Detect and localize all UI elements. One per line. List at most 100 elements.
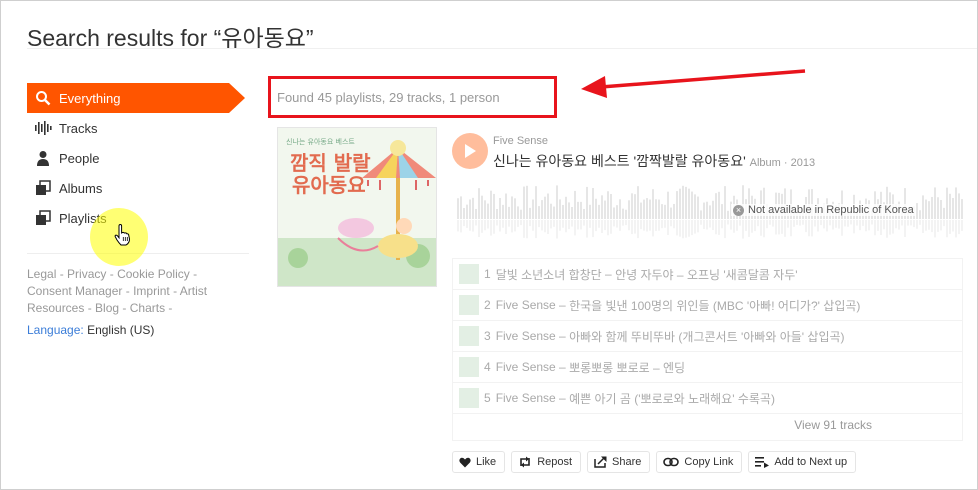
waveform-bar-reflection <box>592 220 594 238</box>
waveform-bar-reflection <box>574 220 576 236</box>
album-title[interactable]: 신나는 유아동요 베스트 '깜짝발랄 유아동요' <box>493 153 746 169</box>
waveform-bar-reflection <box>751 220 753 233</box>
waveform-bar <box>670 207 672 219</box>
footer-link-blog[interactable]: Blog <box>95 301 119 315</box>
hand-cursor-icon <box>114 224 131 246</box>
track-thumbnail <box>459 388 479 408</box>
share-button[interactable]: Share <box>587 451 651 473</box>
waveform-bar <box>682 185 684 219</box>
waveform-bar-reflection <box>598 220 600 228</box>
waveform-bar <box>556 185 558 219</box>
waveform-bar <box>925 199 927 219</box>
waveform-bar-reflection <box>823 220 825 229</box>
track-title[interactable]: 예쁜 아기 곰 ('뽀로로와 노래해요' 수록곡) <box>569 390 775 407</box>
footer-link-privacy[interactable]: Privacy <box>67 267 106 281</box>
waveform-bar-reflection <box>775 220 777 235</box>
album-artwork[interactable]: 신나는 유아동요 베스트 깜직 발랄 유아동요 <box>277 127 437 287</box>
waveform-bar <box>943 207 945 219</box>
track-artist[interactable]: 달빛 소년소녀 합창단 <box>496 266 602 283</box>
waveform-bar <box>922 195 924 219</box>
stacked-squares-icon <box>33 178 53 198</box>
waveform-bar-reflection <box>703 220 705 230</box>
sidebar-item-albums[interactable]: Albums <box>27 173 249 203</box>
copy-link-button[interactable]: Copy Link <box>656 451 743 473</box>
waveform-bar-reflection <box>568 220 570 230</box>
album-title-row: 신나는 유아동요 베스트 '깜짝발랄 유아동요' Album · 2013 <box>493 151 815 171</box>
repost-button[interactable]: Repost <box>511 451 582 473</box>
waveform-bar <box>721 204 723 219</box>
track-title[interactable]: 아빠와 함께 뚜비뚜바 (개그콘서트 '아빠와 아들' 삽입곡) <box>569 328 844 345</box>
waveform-bar <box>667 191 669 219</box>
track-artist[interactable]: Five Sense <box>496 391 556 405</box>
waveform-bar-reflection <box>808 220 810 237</box>
waveform-bar <box>700 210 702 219</box>
sidebar-item-people[interactable]: People <box>27 143 249 173</box>
track-artist[interactable]: Five Sense <box>496 360 556 374</box>
track-title[interactable]: 한국을 빛낸 100명의 위인들 (MBC '아빠! 어디가?' 삽입곡) <box>569 297 860 314</box>
annotation-highlight-box <box>268 76 557 118</box>
track-artist[interactable]: Five Sense <box>496 298 556 312</box>
track-row[interactable]: 4 Five Sense – 뽀롱뽀롱 뽀로로 – 엔딩 <box>453 352 962 383</box>
waveform-bar <box>706 201 708 219</box>
sidebar-item-tracks[interactable]: Tracks <box>27 113 249 143</box>
add-to-next-up-button[interactable]: Add to Next up <box>748 451 857 473</box>
track-title[interactable]: 뽀롱뽀롱 뽀로로 – 엔딩 <box>569 359 685 376</box>
waveform-bar-reflection <box>802 220 804 225</box>
language-selector[interactable]: Language: English (US) <box>27 323 249 337</box>
track-row[interactable]: 1 달빛 소년소녀 합창단 – 안녕 자두야 – 오프닝 '새콤달콤 자두' <box>453 259 962 290</box>
waveform-bar-reflection <box>529 220 531 227</box>
waveform-bar-reflection <box>649 220 651 231</box>
track-row[interactable]: 2 Five Sense – 한국을 빛낸 100명의 위인들 (MBC '아빠… <box>453 290 962 321</box>
waveform-bar-reflection <box>514 220 516 232</box>
waveform-bar-reflection <box>928 220 930 230</box>
waveform-bar-reflection <box>559 220 561 231</box>
footer-link-imprint[interactable]: Imprint <box>133 284 170 298</box>
waveform-bar <box>547 193 549 219</box>
waveform-bar-reflection <box>871 220 873 225</box>
track-row[interactable]: 3 Five Sense – 아빠와 함께 뚜비뚜바 (개그콘서트 '아빠와 아… <box>453 321 962 352</box>
waveform-bar-reflection <box>460 220 462 233</box>
waveform-bar <box>508 206 510 219</box>
track-title[interactable]: 안녕 자두야 – 오프닝 '새콤달콤 자두' <box>615 266 798 283</box>
svg-text:유아동요: 유아동요 <box>292 173 366 197</box>
waveform-bar-reflection <box>946 220 948 238</box>
waveform-bar-reflection <box>661 220 663 229</box>
waveform-bar <box>583 208 585 219</box>
waveform-bar-reflection <box>835 220 837 228</box>
sidebar-item-everything[interactable]: Everything <box>27 83 245 113</box>
view-all-tracks-link[interactable]: View 91 tracks <box>794 418 872 432</box>
waveform-bar <box>532 199 534 219</box>
waveform-bar <box>562 204 564 219</box>
waveform-bar <box>592 188 594 219</box>
track-artist[interactable]: Five Sense <box>496 329 556 343</box>
footer-link-legal[interactable]: Legal <box>27 267 56 281</box>
footer-link-consent-manager[interactable]: Consent Manager <box>27 284 122 298</box>
waveform-bar-reflection <box>868 220 870 231</box>
waveform-bar <box>676 191 678 219</box>
track-row[interactable]: 5 Five Sense – 예쁜 아기 곰 ('뽀로로와 노래해요' 수록곡) <box>453 383 962 414</box>
waveform-bar-reflection <box>487 220 489 229</box>
waveform-bar-reflection <box>622 220 624 226</box>
album-artist[interactable]: Five Sense <box>493 135 548 147</box>
waveform-bar-reflection <box>805 220 807 233</box>
sidebar-item-label: People <box>59 150 100 166</box>
waveform-bar <box>937 197 939 219</box>
waveform-bar <box>934 187 936 219</box>
play-button[interactable] <box>452 133 488 169</box>
like-button[interactable]: Like <box>452 451 506 473</box>
waveform-bar <box>634 194 636 219</box>
waveform-bar <box>571 207 573 219</box>
waveform-bar-reflection <box>733 220 735 233</box>
track-thumbnail <box>459 264 479 284</box>
footer-link-charts[interactable]: Charts <box>130 301 165 315</box>
waveform-bar <box>523 186 525 219</box>
track-list: 1 달빛 소년소녀 합창단 – 안녕 자두야 – 오프닝 '새콤달콤 자두' 2… <box>452 258 963 441</box>
waveform-bar <box>616 205 618 219</box>
waveform-bar <box>610 194 612 219</box>
footer-link-cookie-policy[interactable]: Cookie Policy <box>117 267 190 281</box>
add-to-next-up-label: Add to Next up <box>774 456 848 468</box>
track-thumbnail <box>459 357 479 377</box>
waveform-bar-reflection <box>940 220 942 231</box>
waveform-bar <box>496 209 498 219</box>
language-label: Language: <box>27 323 84 337</box>
